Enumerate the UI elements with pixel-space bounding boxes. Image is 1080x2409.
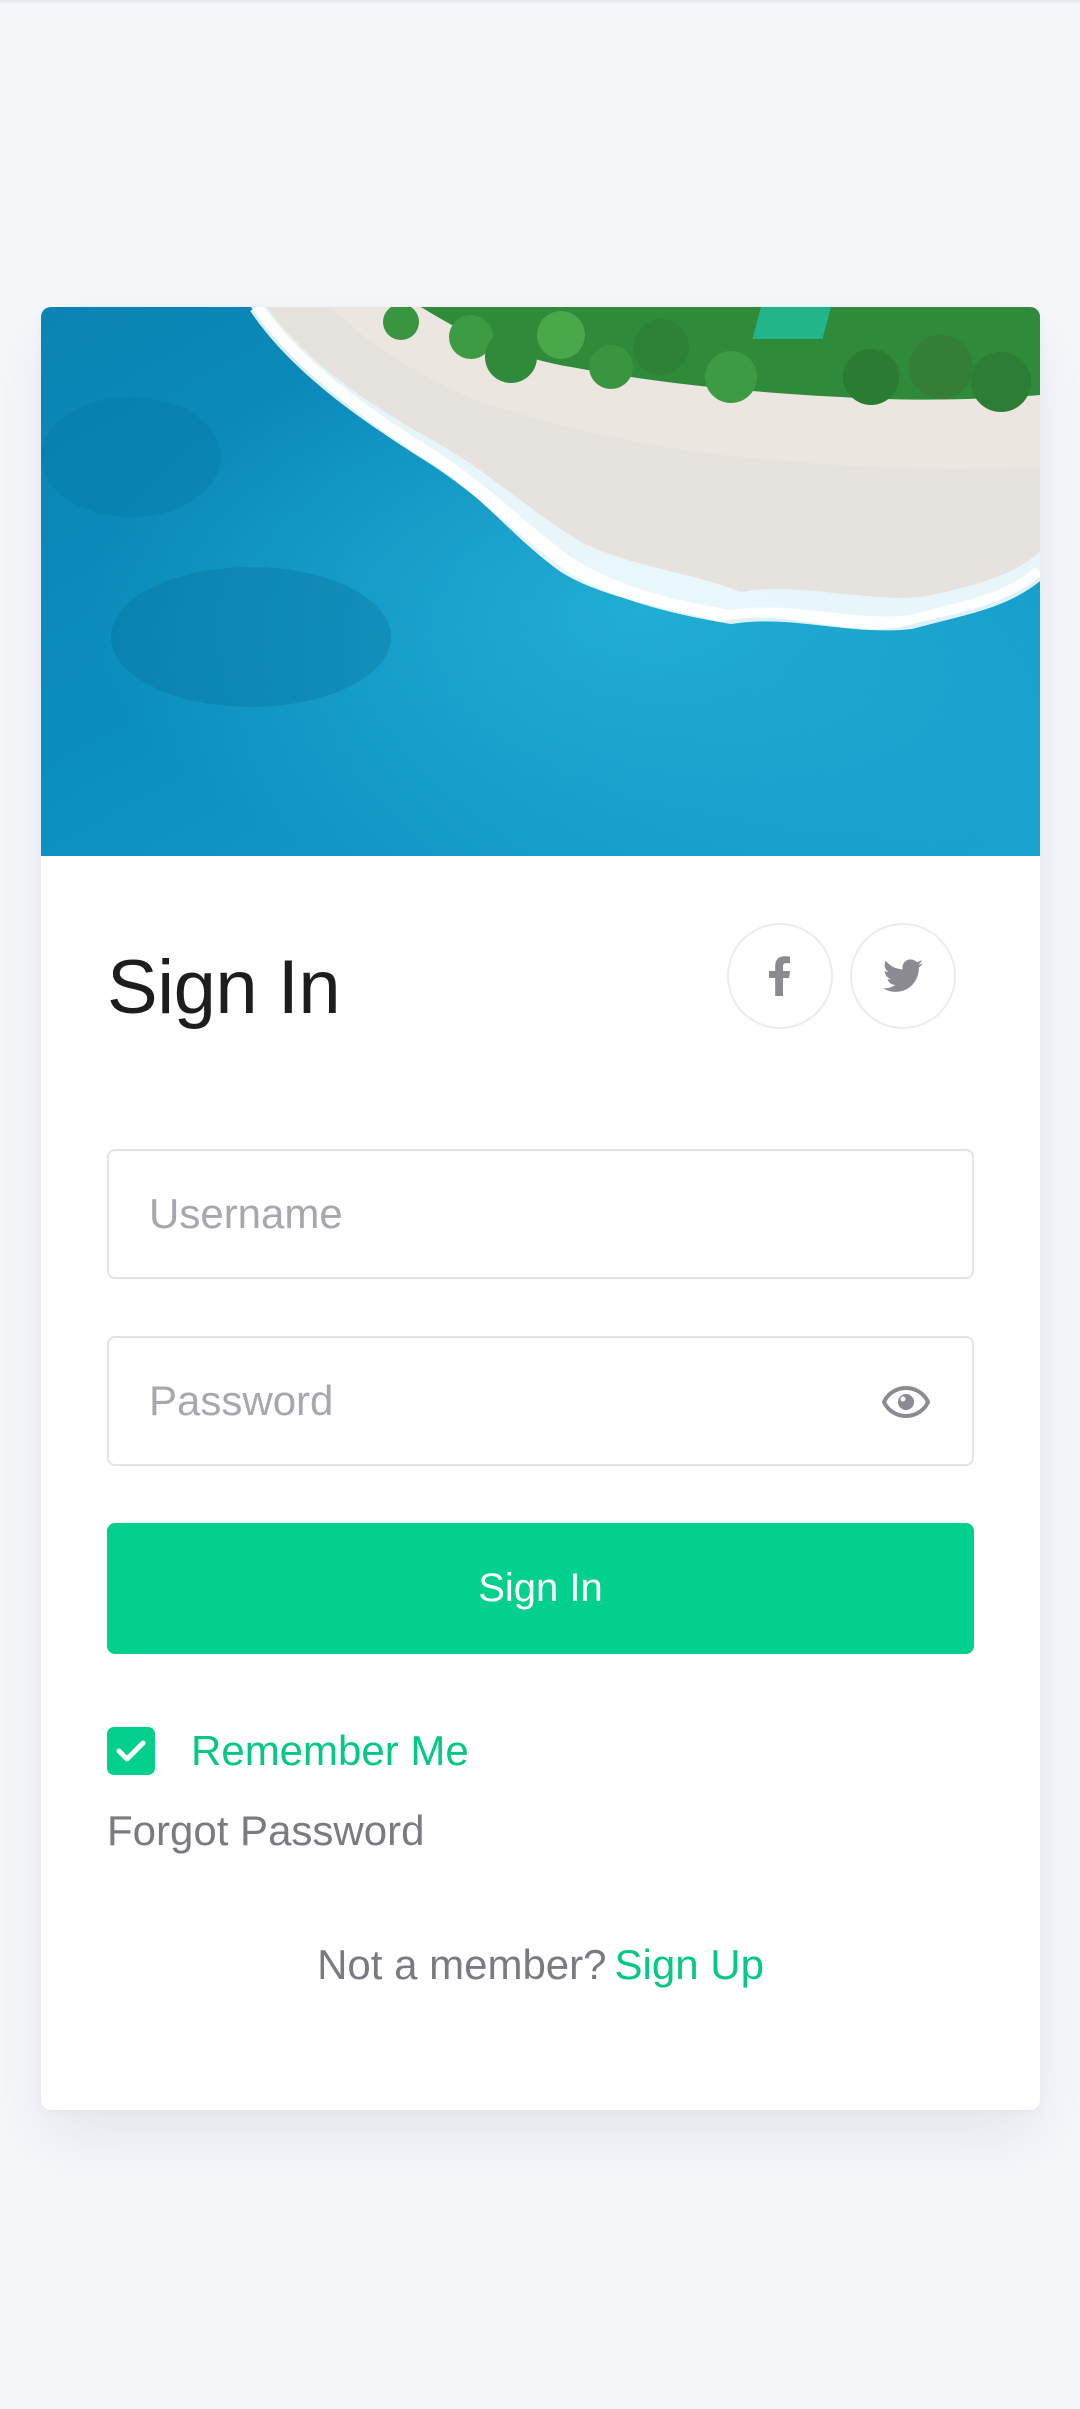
sign-up-link[interactable]: Sign Up (615, 1941, 764, 1988)
remember-me-label[interactable]: Remember Me (191, 1727, 469, 1775)
facebook-login-button[interactable] (727, 923, 833, 1029)
username-input[interactable] (109, 1151, 972, 1277)
eye-icon[interactable] (882, 1384, 930, 1420)
password-input[interactable] (109, 1338, 972, 1464)
facebook-icon (769, 956, 790, 996)
username-field[interactable] (107, 1149, 974, 1279)
twitter-icon (883, 959, 923, 992)
checkmark-icon (116, 1740, 146, 1762)
sign-in-button[interactable]: Sign In (107, 1523, 974, 1654)
signup-prompt: Not a member? Sign Up (41, 1937, 1040, 1993)
twitter-login-button[interactable] (850, 923, 956, 1029)
password-field[interactable] (107, 1336, 974, 1466)
hero-image (41, 307, 1040, 856)
page-title: Sign In (107, 945, 341, 1030)
remember-me-checkbox[interactable] (107, 1727, 155, 1775)
forgot-password-link[interactable]: Forgot Password (107, 1803, 424, 1859)
signup-prompt-text: Not a member? (317, 1941, 607, 1988)
login-card: Sign In Sign In Remember Me Forgot Passw… (41, 307, 1040, 2110)
top-edge (0, 0, 1080, 4)
remember-me-row[interactable]: Remember Me (107, 1723, 469, 1779)
